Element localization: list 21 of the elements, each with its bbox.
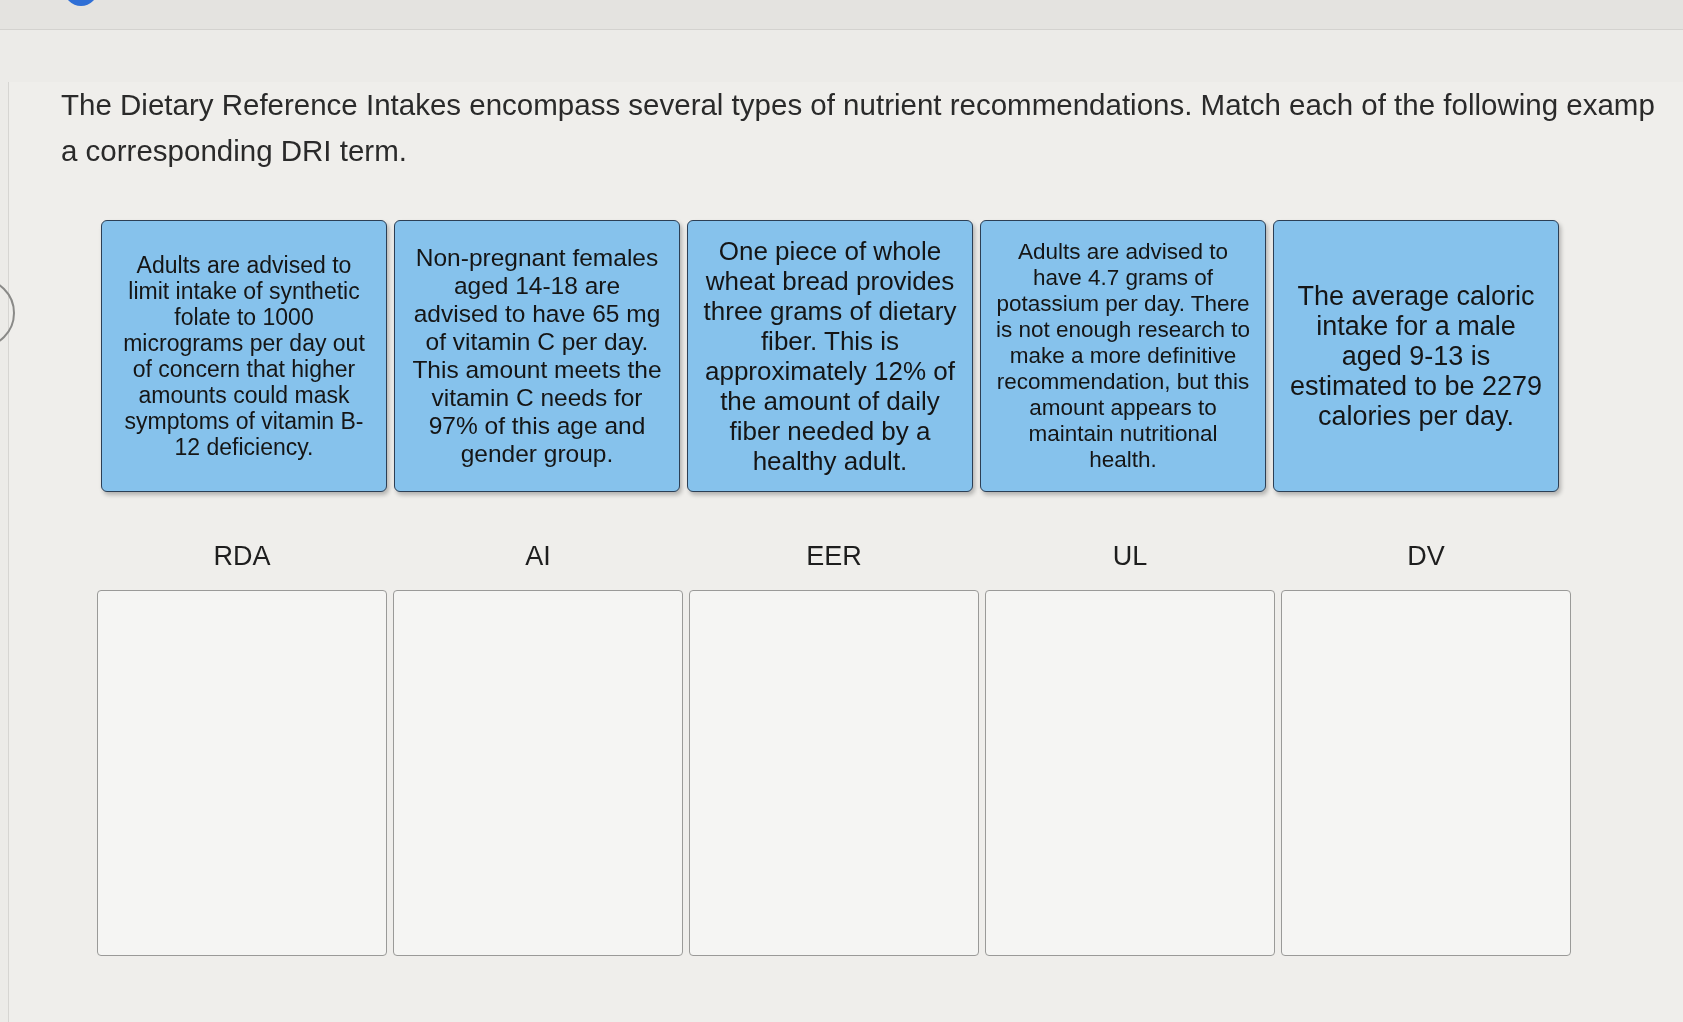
example-text: One piece of whole wheat bread provides three grams of dietary fiber. This is approximately 12% of the amount of daily fiber needed by a healthy adult.	[702, 236, 958, 476]
example-card[interactable]: One piece of whole wheat bread provides three grams of dietary fiber. This is approximately 12% of the amount of daily fiber needed by a healthy adult.	[687, 220, 973, 492]
example-card[interactable]: Adults are advised to limit intake of synthetic folate to 1000 micrograms per day out of concern that higher amounts could mask symptoms of vitamin B-12 deficiency.	[101, 220, 387, 492]
term-label: RDA	[213, 540, 271, 572]
term-label: EER	[806, 540, 862, 572]
question-text: The Dietary Reference Intakes encompass several types of nutrient recommendations. Match each of the following examp a corresponding DRI term.	[61, 87, 1655, 169]
drop-zone[interactable]	[1281, 590, 1571, 956]
drop-zone[interactable]	[97, 590, 387, 956]
term-label: AI	[525, 540, 551, 572]
example-card[interactable]: Adults are advised to have 4.7 grams of potassium per day. There is not enough research to make a more definitive recommendation, but this amount appears to maintain nutritional health.	[980, 220, 1266, 492]
drop-zone[interactable]	[985, 590, 1275, 956]
example-text: Adults are advised to limit intake of synthetic folate to 1000 micrograms per day out of concern that higher amounts could mask symptoms of vitamin B-12 deficiency.	[122, 252, 366, 460]
drop-zone[interactable]	[689, 590, 979, 956]
example-text: The average caloric intake for a male aged 9-13 is estimated to be 2279 calories per day.	[1288, 281, 1544, 431]
term-label: UL	[1112, 540, 1148, 572]
example-text: Adults are advised to have 4.7 grams of potassium per day. There is not enough research to make a more definitive recommendation, but this amount appears to maintain nutritional health.	[995, 239, 1251, 473]
drop-zone[interactable]	[393, 590, 683, 956]
example-card[interactable]: The average caloric intake for a male aged 9-13 is estimated to be 2279 calories per day.	[1273, 220, 1559, 492]
term-label: DV	[1407, 540, 1445, 572]
example-text: Non-pregnant females aged 14-18 are advised to have 65 mg of vitamin C per day. This amount meets the vitamin C needs for 97% of this age and gender group.	[411, 244, 663, 468]
example-card[interactable]: Non-pregnant females aged 14-18 are advised to have 65 mg of vitamin C per day. This amount meets the vitamin C needs for 97% of this age and gender group.	[394, 220, 680, 492]
